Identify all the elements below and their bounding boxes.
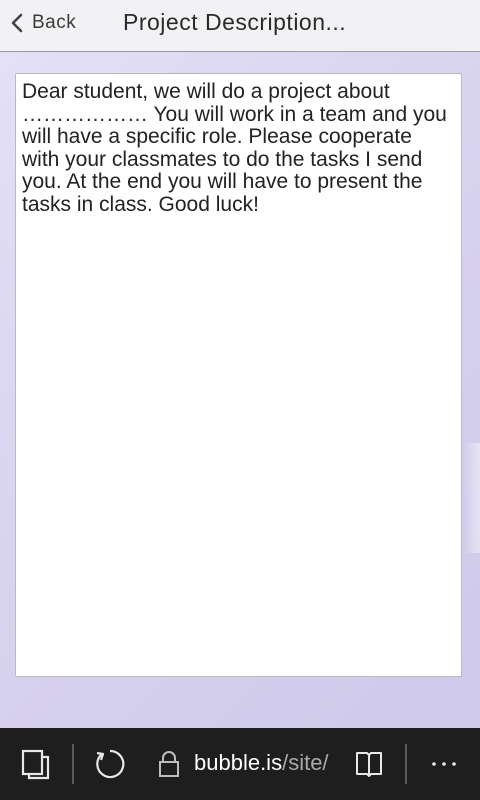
more-button[interactable] bbox=[430, 728, 458, 800]
reading-view-icon bbox=[356, 752, 382, 777]
chevron-left-icon bbox=[11, 13, 23, 33]
address-bar[interactable]: bubble.is/site/ bbox=[194, 750, 329, 778]
refresh-icon bbox=[96, 749, 125, 779]
project-description-text[interactable]: Dear student, we will do a project about… bbox=[15, 73, 462, 677]
tabs-button[interactable] bbox=[20, 728, 50, 800]
page-title: Project Description... bbox=[123, 9, 347, 35]
lock-icon bbox=[159, 751, 179, 777]
edge-swipe-hint bbox=[464, 443, 480, 553]
reading-view-button[interactable] bbox=[354, 728, 384, 800]
content-area: Dear student, we will do a project about… bbox=[0, 53, 480, 728]
lock-button bbox=[158, 728, 180, 800]
back-label: Back bbox=[32, 12, 77, 33]
tabs-icon bbox=[21, 749, 50, 780]
toolbar-divider bbox=[72, 744, 74, 784]
browser-toolbar: bubble.is/site/ bbox=[0, 728, 480, 800]
refresh-button[interactable] bbox=[93, 728, 127, 800]
more-icon bbox=[432, 762, 456, 766]
url-domain: bubble.is bbox=[194, 750, 283, 775]
back-button[interactable]: Back bbox=[10, 10, 76, 36]
url-path: /site/ bbox=[282, 750, 329, 775]
app-header: Back Project Description... bbox=[0, 0, 480, 52]
toolbar-divider bbox=[405, 744, 407, 784]
